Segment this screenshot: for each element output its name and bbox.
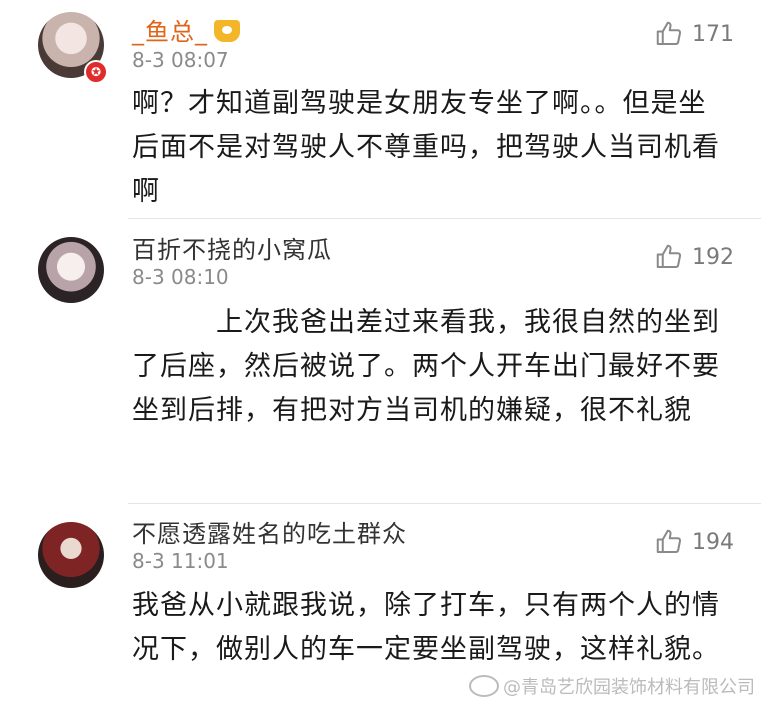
avatar[interactable]	[38, 237, 104, 303]
like-button[interactable]: 194	[654, 526, 754, 558]
weibo-icon	[469, 675, 499, 697]
like-count: 171	[692, 21, 734, 47]
like-button[interactable]: 192	[654, 241, 754, 273]
username[interactable]: _鱼总_	[132, 12, 240, 47]
timestamp: 8-3 08:10	[132, 265, 229, 289]
thumbs-up-icon	[656, 244, 682, 268]
crown-icon	[214, 20, 240, 42]
comment-text: 上次我爸出差过来看我，我很自然的坐到了后座，然后被说了。两个人开车出门最好不要坐…	[132, 307, 720, 426]
username-label: _鱼总_	[132, 18, 208, 46]
timestamp: 8-3 08:07	[132, 48, 229, 72]
avatar[interactable]	[38, 522, 104, 588]
verified-badge-icon: ✪	[84, 60, 108, 84]
comment-text: 我爸从小就跟我说，除了打车，只有两个人的情况下，做别人的车一定要坐副驾驶，这样礼…	[132, 590, 720, 665]
thumbs-up-icon	[656, 529, 682, 553]
watermark: @青岛艺欣园装饰材料有限公司	[469, 673, 755, 699]
like-count: 194	[692, 529, 734, 555]
timestamp: 8-3 11:01	[132, 549, 229, 573]
username[interactable]: 百折不挠的小窝瓜	[132, 230, 332, 265]
watermark-text: @青岛艺欣园装饰材料有限公司	[503, 677, 755, 698]
username[interactable]: 不愿透露姓名的吃土群众	[132, 514, 407, 549]
comment-text: 啊？才知道副驾驶是女朋友专坐了啊。。但是坐后面不是对驾驶人不尊重吗，把驾驶人当司…	[132, 88, 720, 207]
thumbs-up-icon	[656, 21, 682, 45]
like-count: 192	[692, 244, 734, 270]
comment-item: 百折不挠的小窝瓜 8-3 08:10 192 上次我爸出差过来看我，我很自然的坐…	[0, 219, 761, 503]
like-button[interactable]: 171	[654, 18, 754, 50]
comment-item: ✪ _鱼总_ 8-3 08:07 171 啊？才知道副驾驶是女朋友专坐了啊。。但…	[0, 0, 761, 218]
